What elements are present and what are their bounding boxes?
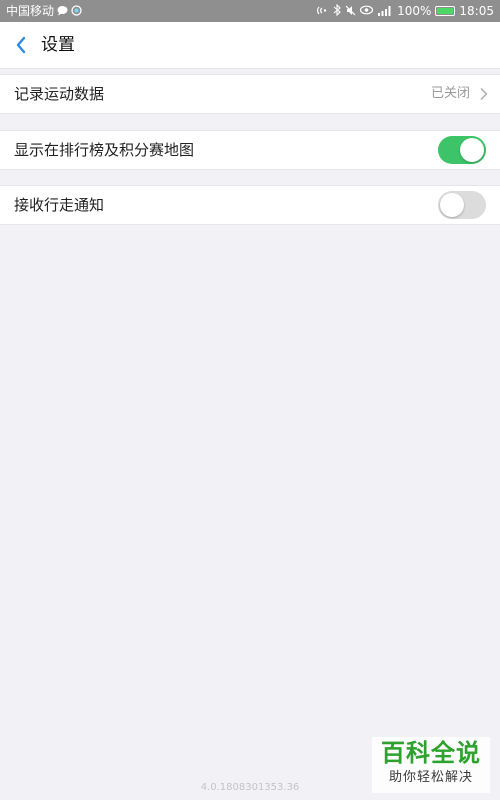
signal-icon (377, 5, 393, 18)
mute-icon (345, 5, 356, 18)
setting-value: 已关闭 (430, 86, 470, 101)
chat-icon (57, 5, 68, 18)
setting-row-show-in-leaderboard: 显示在排行榜及积分赛地图 (0, 130, 500, 170)
setting-label: 显示在排行榜及积分赛地图 (14, 141, 195, 159)
watermark-title: 百科全说 (381, 739, 481, 767)
setting-row-record-sport-data[interactable]: 记录运动数据 已关闭 (0, 74, 500, 114)
bluetooth-icon (333, 3, 341, 18)
app-bar: 设置 (0, 22, 500, 69)
watermark-subtitle: 助你轻松解决 (388, 770, 473, 785)
chevron-right-icon (480, 88, 488, 100)
battery-icon (435, 6, 456, 16)
toggle-knob (460, 138, 484, 162)
nfc-icon (317, 5, 329, 18)
back-button[interactable] (10, 33, 34, 57)
setting-label: 接收行走通知 (14, 196, 105, 214)
leaderboard-toggle[interactable] (438, 136, 486, 164)
chevron-left-icon (16, 36, 26, 54)
carrier-name: 中国移动 (6, 4, 55, 18)
status-bar: 中国移动 100% 18:05 (0, 0, 500, 22)
status-right: 100% 18:05 (317, 0, 494, 22)
eye-comfort-icon (359, 5, 374, 17)
battery-percent: 100% (397, 4, 432, 18)
setting-row-walking-notifications: 接收行走通知 (0, 185, 500, 225)
app-notification-icon (71, 4, 82, 18)
watermark-logo: 百科全说 助你轻松解决 (372, 737, 490, 793)
toggle-knob (440, 193, 464, 217)
setting-label: 记录运动数据 (14, 85, 105, 103)
battery-level (437, 8, 454, 14)
clock: 18:05 (459, 4, 494, 18)
status-left: 中国移动 (6, 0, 82, 22)
walking-notification-toggle[interactable] (438, 191, 486, 219)
page-title: 设置 (41, 35, 75, 55)
